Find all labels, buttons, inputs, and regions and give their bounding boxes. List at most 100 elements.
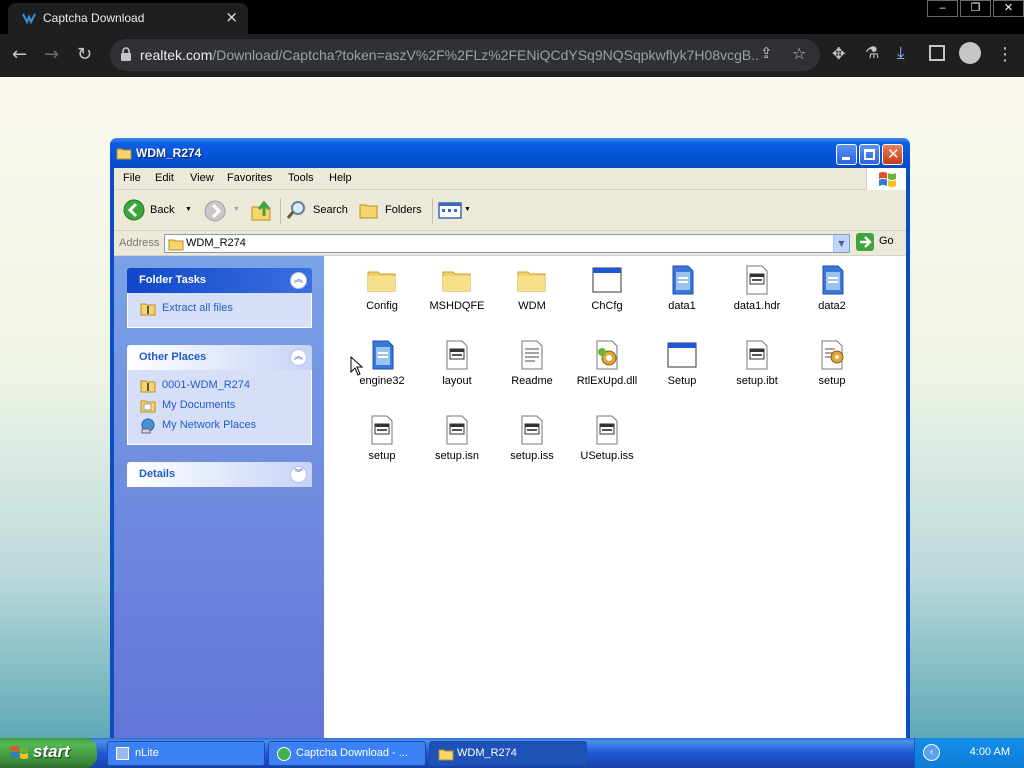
start-label: start [33,742,70,761]
taskbar-item-captcha[interactable]: Captcha Download - ... [268,741,426,766]
generic-file-icon [741,264,773,296]
explorer-body: File Edit View Favorites Tools Help Back… [114,168,906,738]
labs-flask-icon[interactable]: ⚗ [865,43,879,62]
xp-close-button[interactable]: ✕ [882,144,903,165]
menu-tools[interactable]: Tools [288,172,314,184]
taskbar: start nLite Captcha Download - ... WDM_R… [0,738,1024,768]
go-label: Go [879,235,894,247]
file-name: setup [368,450,396,462]
file-name: RtlExUpd.dll [576,375,638,387]
file-item[interactable]: ChCfg [569,264,645,312]
menu-file[interactable]: File [123,172,141,184]
folder-tasks-group: Folder Tasks ︽ Extract all files [127,268,312,328]
address-bar[interactable]: realtek.com/Download/Captcha?token=aszV%… [110,39,820,71]
address-dropdown-icon[interactable]: ▼ [833,235,849,252]
extensions-puzzle-icon[interactable]: ✥ [832,44,845,63]
collapse-chevron-icon[interactable]: ︽ [290,349,307,366]
xp-minimize-button[interactable] [836,144,857,165]
folder-icon [441,264,473,296]
menu-edit[interactable]: Edit [155,172,174,184]
taskbar-item-nlite[interactable]: nLite [107,741,265,766]
views-dropdown-icon[interactable]: ▼ [464,200,471,220]
side-panel-icon[interactable] [929,45,945,61]
place-label: 0001-WDM_R274 [162,379,251,391]
my-documents-folder-icon [140,400,156,413]
menu-kebab-icon[interactable]: ⋮ [996,44,1014,65]
minimize-button[interactable]: ‒ [927,0,958,17]
xp-maximize-button[interactable] [859,144,880,165]
file-item[interactable]: WDM [494,264,570,312]
explorer-titlebar[interactable]: WDM_R274 ✕ [110,138,910,168]
other-places-header[interactable]: Other Places ︽ [127,345,312,370]
taskbar-item-wdm[interactable]: WDM_R274 [429,741,587,766]
taskbar-item-label: WDM_R274 [457,747,517,759]
folder-icon [438,749,454,761]
details-group: Details ︾ [127,462,312,487]
forward-button[interactable]: ▼ [204,200,240,229]
text-document-icon [516,339,548,371]
download-icon[interactable]: ⤓ [897,43,905,63]
place-label: My Network Places [162,419,257,431]
bookmark-star-icon[interactable]: ☆ [792,44,806,63]
file-item[interactable]: Config [344,264,420,312]
nlite-icon [116,747,129,760]
browser-tab[interactable]: Captcha Download × [8,3,248,34]
file-item[interactable]: MSHDQFE [419,264,495,312]
file-item[interactable]: data1.hdr [719,264,795,312]
up-folder-icon [251,200,271,221]
file-name: setup.ibt [736,375,778,387]
tray-expand-icon[interactable]: ‹ [923,744,940,761]
extract-all-link[interactable]: Extract all files [128,299,311,319]
file-item[interactable]: data1 [644,264,720,312]
details-header[interactable]: Details ︾ [127,462,312,487]
file-item[interactable]: setup.ibt [719,339,795,387]
menu-favorites[interactable]: Favorites [227,172,272,184]
file-item[interactable]: data2 [794,264,870,312]
file-item[interactable]: Readme [494,339,570,387]
file-item[interactable]: RtlExUpd.dll [569,339,645,387]
windows-logo-icon [11,746,28,759]
menu-view[interactable]: View [190,172,214,184]
place-link-0001-wdm[interactable]: 0001-WDM_R274 [128,376,311,396]
views-button[interactable]: ▼ [438,200,471,227]
views-icon [438,202,462,219]
profile-avatar-icon[interactable] [959,42,981,64]
folder-icon [116,148,132,160]
other-places-group: Other Places ︽ 0001-WDM_R274 My Document… [127,345,312,445]
file-item[interactable]: setup [794,339,870,387]
file-item[interactable]: Setup [644,339,720,387]
start-button[interactable]: start [0,738,97,768]
collapse-chevron-icon[interactable]: ︽ [290,272,307,289]
tab-close-icon[interactable]: × [225,8,238,26]
close-window-button[interactable]: ✕ [993,0,1024,17]
forward-arrow-icon[interactable]: → [44,44,59,65]
file-name: data1 [668,300,696,312]
file-name: WDM [518,300,546,312]
file-item[interactable]: USetup.iss [569,414,645,462]
url-text: realtek.com/Download/Captcha?token=aszV%… [140,47,760,63]
folder-tasks-header[interactable]: Folder Tasks ︽ [127,268,312,293]
share-icon[interactable]: ⇪ [760,44,773,62]
folders-label: Folders [385,204,422,216]
place-link-my-documents[interactable]: My Documents [128,396,311,416]
address-input[interactable]: WDM_R274 ▼ [164,234,850,253]
restore-button[interactable]: ❐ [960,0,991,17]
reload-icon[interactable]: ↻ [77,44,92,65]
file-name: ChCfg [591,300,623,312]
browser-icon [277,747,291,761]
file-item[interactable]: setup.iss [494,414,570,462]
file-item[interactable]: setup.isn [419,414,495,462]
file-item[interactable]: setup [344,414,420,462]
address-label: Address [119,237,160,249]
back-dropdown-icon[interactable]: ▼ [185,200,192,220]
forward-gray-arrow-icon [204,200,226,222]
place-link-my-network-places[interactable]: My Network Places [128,416,311,436]
expand-chevron-icon[interactable]: ︾ [290,466,307,483]
generic-file-icon [591,414,623,446]
file-item[interactable]: layout [419,339,495,387]
back-arrow-icon[interactable]: ← [12,44,27,65]
up-folder-button[interactable] [250,200,274,229]
generic-file-icon [741,339,773,371]
search-magnifier-icon [286,201,305,219]
menu-help[interactable]: Help [329,172,352,184]
